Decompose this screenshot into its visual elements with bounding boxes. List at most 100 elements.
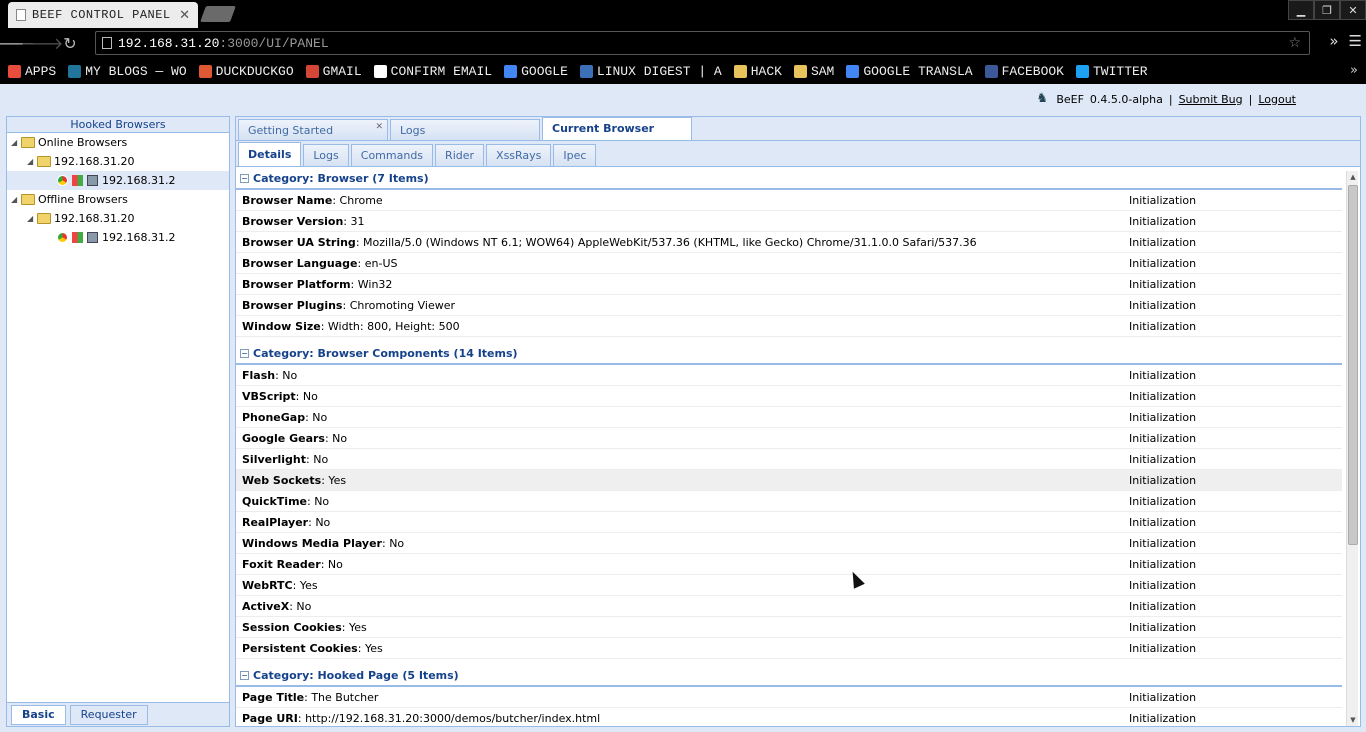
minimize-icon[interactable]: ▁ (1288, 0, 1314, 20)
bookmark-item[interactable]: GOOGLE TRANSLA (846, 64, 973, 79)
detail-source: Initialization (1129, 193, 1197, 207)
page-info-icon[interactable] (102, 37, 112, 49)
table-row[interactable]: Web Sockets: Yes Initialization (236, 470, 1342, 491)
bookmark-item[interactable]: DUCKDUCKGO (198, 64, 294, 79)
bookmark-item[interactable]: GMAIL (305, 64, 362, 79)
menu-icon[interactable]: ☰ (1349, 32, 1362, 50)
subtab-commands[interactable]: Commands (350, 144, 434, 166)
expand-toggle-icon[interactable]: ◢ (11, 138, 21, 147)
table-row[interactable]: Google Gears: No Initialization (236, 428, 1342, 449)
table-row[interactable]: Foxit Reader: No Initialization (236, 554, 1342, 575)
detail-cell: Google Gears: No (242, 431, 348, 445)
bookmark-item[interactable]: SAM (793, 64, 834, 79)
table-row[interactable]: PhoneGap: No Initialization (236, 407, 1342, 428)
table-row[interactable]: ActiveX: No Initialization (236, 596, 1342, 617)
detail-value: No (327, 557, 343, 571)
table-row[interactable]: Window Size: Width: 800, Height: 500 Init… (236, 316, 1342, 337)
collapse-icon[interactable]: − (240, 348, 249, 358)
subtab-logs[interactable]: Logs (303, 144, 349, 166)
detail-key: WebRTC (242, 578, 293, 592)
tab-requester[interactable]: Requester (69, 704, 148, 725)
logout-link[interactable]: Logout (1258, 93, 1296, 106)
table-row[interactable]: Page URI: http://192.168.31.20:3000/demo… (236, 708, 1342, 726)
vertical-scrollbar[interactable]: ▲ ▼ (1346, 171, 1358, 726)
close-window-icon[interactable]: ✕ (1340, 0, 1366, 20)
tree-online-host[interactable]: ◢ 192.168.31.20 (7, 152, 229, 171)
bookmark-item[interactable]: MY BLOGS — WO (68, 64, 187, 79)
table-row[interactable]: Flash: No Initialization (236, 365, 1342, 386)
detail-key: Persistent Cookies (242, 641, 358, 655)
bookmark-item[interactable]: LINUX DIGEST | A (579, 64, 722, 79)
tree-online-client[interactable]: 192.168.31.2 (7, 171, 229, 190)
bookmarks-overflow-icon[interactable]: » (1350, 63, 1358, 78)
extensions-overflow-icon[interactable]: » (1329, 32, 1338, 50)
table-row[interactable]: VBScript: No Initialization (236, 386, 1342, 407)
table-row[interactable]: Windows Media Player: No Initialization (236, 533, 1342, 554)
tree-offline-host[interactable]: ◢ 192.168.31.20 (7, 209, 229, 228)
category-header[interactable]: − Category: Browser (7 Items) (236, 168, 1342, 190)
scroll-up-icon[interactable]: ▲ (1347, 171, 1359, 183)
new-tab-button[interactable] (200, 6, 236, 22)
category-header[interactable]: − Category: Hooked Page (5 Items) (236, 665, 1342, 687)
browser-tab-active[interactable]: BEEF CONTROL PANEL ✕ (8, 2, 198, 28)
table-row[interactable]: RealPlayer: No Initialization (236, 512, 1342, 533)
browser-toolbar: 🡐 🡒 ↻ 192.168.31.20:3000/UI/PANEL ☆ » ☰ (0, 28, 1366, 58)
address-bar[interactable]: 192.168.31.20:3000/UI/PANEL ☆ (95, 31, 1310, 55)
table-row[interactable]: Browser Language: en-US Initialization (236, 253, 1342, 274)
submit-bug-link[interactable]: Submit Bug (1179, 93, 1243, 106)
table-row[interactable]: Silverlight: No Initialization (236, 449, 1342, 470)
table-row[interactable]: Persistent Cookies: Yes Initialization (236, 638, 1342, 659)
bookmark-item[interactable]: FACEBOOK (984, 64, 1064, 79)
table-row[interactable]: Browser Name: Chrome Initialization (236, 190, 1342, 211)
close-tab-icon[interactable]: ✕ (179, 8, 190, 23)
wordpress-icon (68, 64, 82, 78)
collapse-icon[interactable]: − (240, 670, 249, 680)
tab-getting-started[interactable]: Getting Started ✕ (238, 119, 388, 140)
detail-source: Initialization (1129, 368, 1197, 382)
tree-online-browsers[interactable]: ◢ Online Browsers (7, 133, 229, 152)
table-row[interactable]: Browser Platform: Win32 Initialization (236, 274, 1342, 295)
bookmark-star-icon[interactable]: ☆ (1288, 35, 1301, 51)
bookmarks-bar: APPS MY BLOGS — WO DUCKDUCKGO GMAIL CONFIRM … (0, 58, 1366, 84)
category-header[interactable]: − Category: Browser Components (14 Items) (236, 343, 1342, 365)
subtab-details[interactable]: Details (238, 142, 302, 166)
forward-icon[interactable]: 🡒 (21, 29, 64, 57)
expand-toggle-icon[interactable]: ◢ (27, 214, 37, 223)
restore-icon[interactable]: ❐ (1314, 0, 1340, 20)
tree-offline-browsers[interactable]: ◢ Offline Browsers (7, 190, 229, 209)
subtab-rider[interactable]: Rider (435, 144, 485, 166)
reload-icon[interactable]: ↻ (56, 29, 84, 57)
expand-toggle-icon[interactable]: ◢ (11, 195, 21, 204)
table-row[interactable]: Browser Version: 31 Initialization (236, 211, 1342, 232)
separator: | (1168, 92, 1173, 106)
table-row[interactable]: Page Title: The Butcher Initialization (236, 687, 1342, 708)
detail-source: Initialization (1129, 473, 1197, 487)
collapse-icon[interactable]: − (240, 173, 249, 183)
bookmark-item[interactable]: GOOGLE (504, 64, 568, 79)
bookmark-item[interactable]: TWITTER (1076, 64, 1148, 79)
table-row[interactable]: QuickTime: No Initialization (236, 491, 1342, 512)
tab-logs[interactable]: Logs (390, 119, 540, 140)
expand-toggle-icon[interactable]: ◢ (27, 157, 37, 166)
detail-source: Initialization (1129, 319, 1197, 333)
bookmark-item[interactable]: APPS (8, 64, 56, 79)
close-tab-icon[interactable]: ✕ (375, 122, 383, 132)
table-row[interactable]: Browser Plugins: Chromoting Viewer Initia… (236, 295, 1342, 316)
subtab-xssrays[interactable]: XssRays (486, 144, 552, 166)
bookmark-item[interactable]: HACK (733, 64, 782, 79)
detail-key: Google Gears (242, 431, 325, 445)
table-row[interactable]: Browser UA String: Mozilla/5.0 (Windows … (236, 232, 1342, 253)
table-row[interactable]: Session Cookies: Yes Initialization (236, 617, 1342, 638)
subtab-ipec[interactable]: Ipec (553, 144, 597, 166)
table-row[interactable]: WebRTC: Yes Initialization (236, 575, 1342, 596)
tab-current-browser[interactable]: Current Browser (542, 117, 692, 140)
detail-value: Yes (348, 620, 367, 634)
detail-source: Initialization (1129, 578, 1197, 592)
tab-basic[interactable]: Basic (11, 704, 66, 725)
detail-source: Initialization (1129, 536, 1197, 550)
scroll-down-icon[interactable]: ▼ (1347, 714, 1359, 726)
scroll-thumb[interactable] (1348, 185, 1358, 545)
bookmark-item[interactable]: CONFIRM EMAIL (373, 64, 492, 79)
detail-key: QuickTime (242, 494, 307, 508)
tree-offline-client[interactable]: 192.168.31.2 (7, 228, 229, 247)
